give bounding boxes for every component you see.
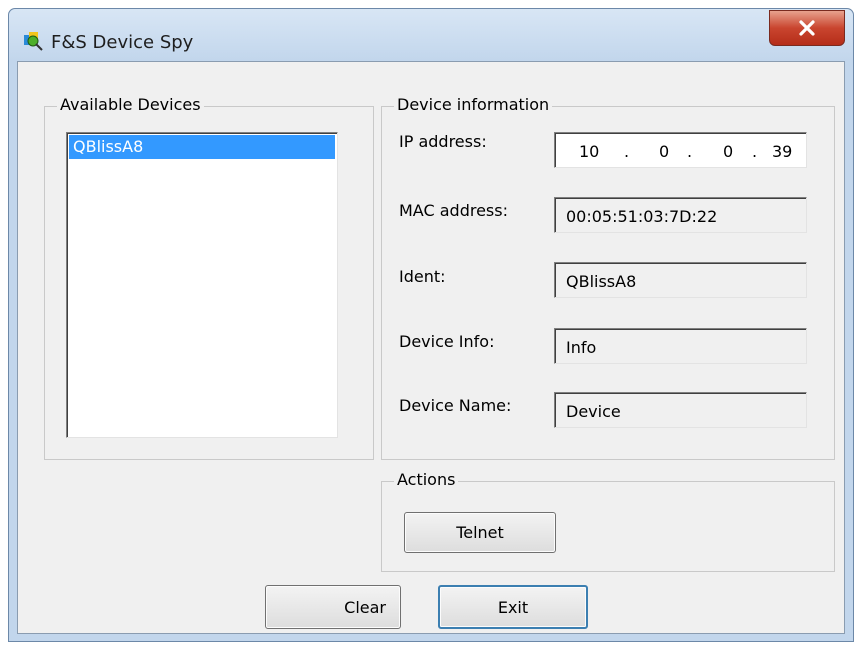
device-information-legend: Device information xyxy=(394,95,553,115)
device-info-field: Info xyxy=(554,328,807,364)
close-icon xyxy=(799,20,815,36)
ip-dot: . xyxy=(624,142,630,161)
device-name-field: Device xyxy=(554,392,807,428)
clear-button[interactable]: Clear xyxy=(265,585,401,629)
device-information-group: Device information IP address: 10 . 0 . … xyxy=(381,95,835,460)
exit-button[interactable]: Exit xyxy=(438,585,588,629)
mac-address-field: 00:05:51:03:7D:22 xyxy=(554,197,807,233)
ip-dot: . xyxy=(752,142,758,161)
ip-octet-3[interactable]: 0 xyxy=(723,142,733,162)
ip-dot: . xyxy=(687,142,693,161)
actions-legend: Actions xyxy=(394,470,459,490)
ip-octet-2[interactable]: 0 xyxy=(659,142,669,162)
app-window: F&S Device Spy Available Devices QBlissA… xyxy=(8,8,854,642)
device-spy-icon xyxy=(24,32,43,51)
available-devices-group: Available Devices QBlissA8 xyxy=(44,95,374,460)
ip-address-label: IP address: xyxy=(399,132,487,151)
actions-group: Actions Telnet xyxy=(381,470,835,572)
ident-label: Ident: xyxy=(399,267,446,286)
mac-address-label: MAC address: xyxy=(399,201,508,220)
ip-octet-1[interactable]: 10 xyxy=(579,142,599,162)
list-item[interactable]: QBlissA8 xyxy=(69,135,335,159)
devices-listbox[interactable]: QBlissA8 xyxy=(66,132,338,438)
ident-field: QBlissA8 xyxy=(554,262,807,298)
telnet-button[interactable]: Telnet xyxy=(404,512,556,553)
ip-address-field[interactable]: 10 . 0 . 0 . 39 xyxy=(554,132,807,168)
ip-octet-4[interactable]: 39 xyxy=(772,142,792,162)
title-bar[interactable]: F&S Device Spy xyxy=(9,9,853,61)
available-devices-legend: Available Devices xyxy=(57,95,204,115)
close-button[interactable] xyxy=(769,10,845,46)
device-info-label: Device Info: xyxy=(399,332,495,351)
dialog-client-area: Available Devices QBlissA8 Device inform… xyxy=(17,61,845,634)
window-title: F&S Device Spy xyxy=(51,32,194,53)
device-name-label: Device Name: xyxy=(399,396,512,415)
